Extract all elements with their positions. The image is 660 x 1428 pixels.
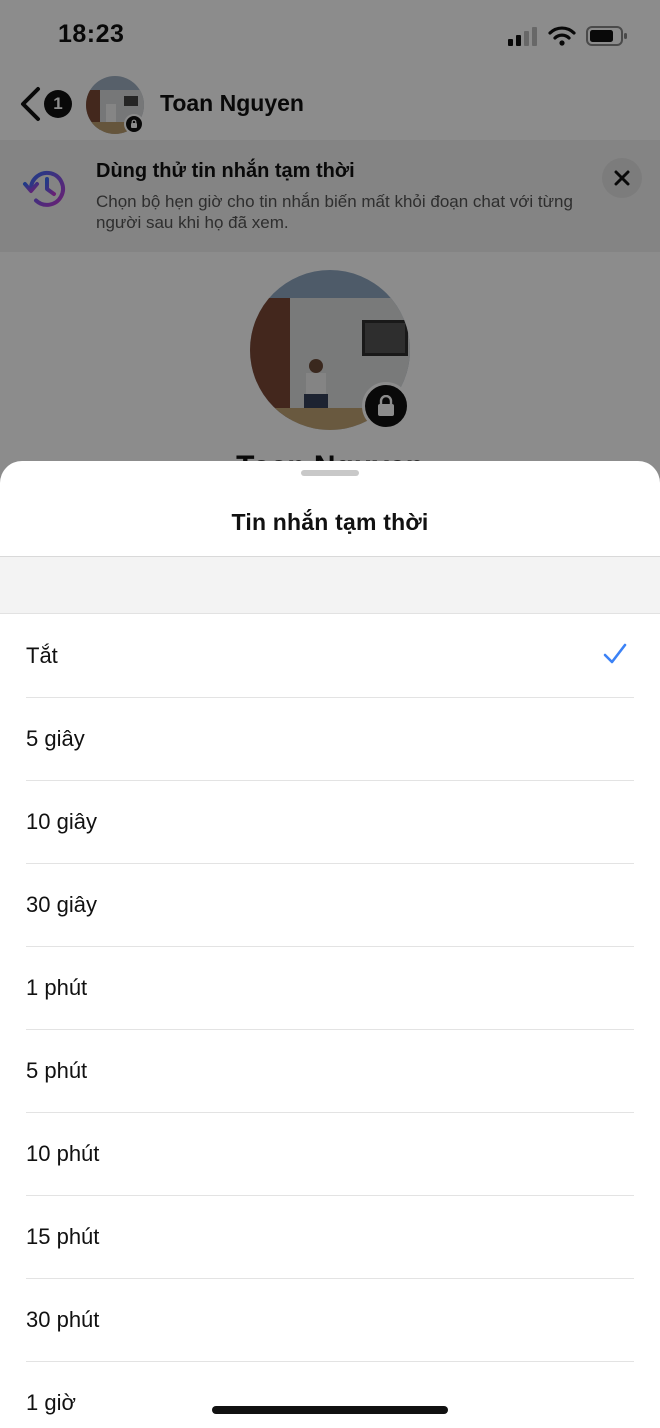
option-label: 10 giây [26,809,97,834]
timer-option[interactable]: 30 phút [0,1279,660,1362]
timer-option-list: Tắt 5 giây 10 giây 30 giây 1 phút 5 phút [0,615,660,1428]
option-label: 1 giờ [26,1390,76,1415]
option-label: 15 phút [26,1224,100,1249]
timer-option[interactable]: 5 phút [0,1030,660,1113]
option-label: 30 giây [26,892,97,917]
sheet-grabber[interactable] [301,470,359,476]
timer-option[interactable]: 1 giờ [0,1362,660,1428]
timer-option[interactable]: 5 giây [0,698,660,781]
checkmark-icon [603,643,627,664]
option-label: 10 phút [26,1141,100,1166]
timer-option[interactable]: Tắt [0,615,660,698]
option-label: 5 giây [26,726,85,751]
section-spacer [0,557,660,614]
option-label: 5 phút [26,1058,88,1083]
option-label: Tắt [26,643,58,668]
timer-option[interactable]: 10 phút [0,1113,660,1196]
home-indicator[interactable] [212,1406,448,1414]
option-label: 30 phút [26,1307,100,1332]
sheet-title: Tin nhắn tạm thời [231,509,429,535]
timer-option[interactable]: 1 phút [0,947,660,1030]
timer-option[interactable]: 30 giây [0,864,660,947]
timer-option[interactable]: 15 phút [0,1196,660,1279]
timer-option[interactable]: 10 giây [0,781,660,864]
option-label: 1 phút [26,975,88,1000]
disappearing-messages-sheet: Tin nhắn tạm thời Tắt 5 giây 10 giây 30 … [0,461,660,1428]
